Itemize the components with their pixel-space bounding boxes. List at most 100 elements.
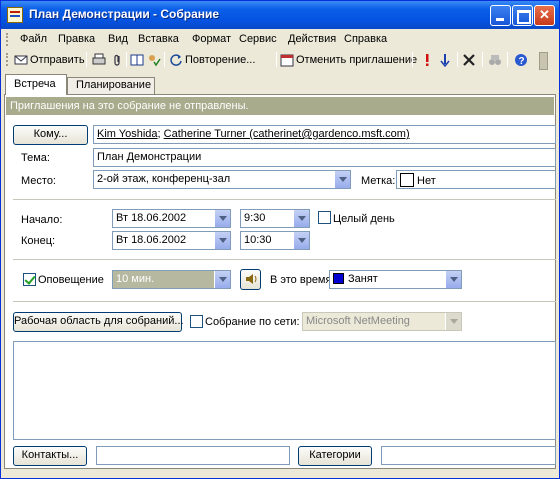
toolbar-separator <box>507 52 508 67</box>
menu-edit[interactable]: Правка <box>58 33 95 45</box>
reminder-checkbox[interactable] <box>23 273 36 286</box>
chevron-down-icon[interactable] <box>293 210 309 227</box>
divider <box>13 259 556 260</box>
help-button[interactable]: ? <box>514 51 530 69</box>
to-button[interactable]: Кому... <box>13 125 88 145</box>
toolbar-separator <box>126 52 127 67</box>
end-time-field[interactable]: 10:30 <box>240 231 310 250</box>
menu-file[interactable]: Файл <box>20 33 47 45</box>
toolbar-separator <box>412 52 413 67</box>
recurrence-icon <box>169 53 183 67</box>
reminder-sound-button[interactable] <box>240 269 261 290</box>
toolbar-separator <box>482 52 483 67</box>
contacts-button[interactable]: Контакты... <box>13 446 87 466</box>
title-bar[interactable]: План Демонстрации - Собрание ✕ <box>1 1 559 29</box>
tab-appointment[interactable]: Встреча <box>5 74 67 95</box>
divider <box>13 301 556 302</box>
print-button[interactable] <box>92 51 108 69</box>
menu-help[interactable]: Справка <box>344 33 387 45</box>
meeting-icon <box>7 7 23 23</box>
speaker-icon <box>245 274 256 284</box>
label-label: Метка: <box>361 175 396 187</box>
print-icon <box>92 53 106 67</box>
menu-view[interactable]: Вид <box>108 33 128 45</box>
svg-text:?: ? <box>519 56 525 67</box>
online-meeting-dropdown[interactable]: Microsoft NetMeeting <box>302 312 462 331</box>
start-time-field[interactable]: 9:30 <box>240 209 310 228</box>
reminder-label: Оповещение <box>38 274 104 286</box>
calendar-cancel-icon <box>280 53 294 67</box>
meeting-workspace-button[interactable]: Рабочая область для собраний... <box>13 312 184 332</box>
close-button[interactable]: ✕ <box>534 5 555 26</box>
reminder-combo[interactable]: 10 мин. <box>112 270 231 289</box>
notes-area[interactable] <box>13 341 556 440</box>
importance-high-icon <box>420 53 434 67</box>
label-dropdown[interactable]: Нет <box>396 170 556 189</box>
address-book-button[interactable] <box>130 51 146 69</box>
meeting-window: План Демонстрации - Собрание ✕ Файл Прав… <box>0 0 560 479</box>
categories-button[interactable]: Категории <box>298 446 372 466</box>
send-button[interactable]: Отправить <box>14 51 85 69</box>
arrow-down-icon <box>438 53 452 68</box>
recurrence-label: Повторение... <box>185 54 256 66</box>
chevron-down-icon[interactable] <box>334 171 350 188</box>
address-book-icon <box>130 53 144 67</box>
minimize-button[interactable] <box>490 5 511 26</box>
attendee[interactable]: Catherine Turner (catherinet@gardenco.ms… <box>164 128 410 140</box>
attendee[interactable]: Kim Yoshida <box>97 128 158 140</box>
menu-grip <box>6 33 9 46</box>
check-names-icon <box>147 53 161 67</box>
cancel-invitation-label: Отменить приглашение <box>296 54 418 66</box>
end-date-field[interactable]: Вт 18.06.2002 <box>112 231 231 250</box>
end-time-value: 10:30 <box>244 234 272 246</box>
show-as-dropdown[interactable]: Занят <box>329 270 462 289</box>
attendees-field[interactable]: Kim Yoshida; Catherine Turner (catherine… <box>93 125 556 144</box>
chevron-down-icon[interactable] <box>214 210 230 227</box>
check-names-button[interactable] <box>147 51 163 69</box>
menu-actions[interactable]: Действия <box>288 33 336 45</box>
paperclip-icon <box>110 53 124 67</box>
chevron-down-icon[interactable] <box>214 271 230 288</box>
busy-color-swatch <box>333 273 344 284</box>
importance-high-button[interactable] <box>420 51 436 69</box>
all-day-label: Целый день <box>333 213 395 225</box>
all-day-checkbox[interactable] <box>318 211 331 224</box>
online-meeting-checkbox[interactable] <box>190 315 203 328</box>
subject-label: Тема: <box>21 152 50 164</box>
menu-tools[interactable]: Сервис <box>239 33 277 45</box>
maximize-button[interactable] <box>512 5 533 26</box>
standard-toolbar: Отправить Повторение... Отменить приглаш… <box>2 50 542 70</box>
toolbar-overflow-button[interactable] <box>539 52 548 70</box>
reminder-value: 10 мин. <box>116 273 155 285</box>
importance-low-button[interactable] <box>438 51 454 69</box>
cancel-invitation-button[interactable]: Отменить приглашение <box>280 51 417 69</box>
attach-button[interactable] <box>110 51 126 69</box>
subject-field[interactable]: План Демонстрации <box>93 148 556 167</box>
start-time-value: 9:30 <box>244 212 266 224</box>
tab-scheduling[interactable]: Планирование <box>67 77 155 94</box>
menu-insert[interactable]: Вставка <box>138 33 179 45</box>
contacts-field[interactable] <box>96 446 290 465</box>
show-as-label: В это время: <box>270 274 335 286</box>
location-label: Место: <box>21 175 56 187</box>
menu-format[interactable]: Формат <box>192 33 231 45</box>
chevron-down-icon[interactable] <box>214 232 230 249</box>
location-combo[interactable]: 2-ой этаж, конференц-зал <box>93 170 351 189</box>
delete-icon <box>462 53 476 67</box>
label-color-swatch <box>400 173 414 187</box>
recurrence-button[interactable]: Повторение... <box>169 51 255 69</box>
tab-strip: Встреча Планирование <box>1 74 559 95</box>
find-button[interactable] <box>488 51 504 69</box>
toolbar-separator <box>276 52 277 67</box>
chevron-down-icon[interactable] <box>445 271 461 288</box>
chevron-down-icon[interactable] <box>293 232 309 249</box>
menu-bar: Файл Правка Вид Вставка Формат Сервис Де… <box>2 30 558 48</box>
start-label: Начало: <box>21 214 63 226</box>
delete-button[interactable] <box>462 51 478 69</box>
end-label: Конец: <box>21 235 56 247</box>
help-icon: ? <box>514 53 528 67</box>
chevron-down-icon[interactable] <box>445 313 461 330</box>
start-date-value: Вт 18.06.2002 <box>116 212 187 224</box>
start-date-field[interactable]: Вт 18.06.2002 <box>112 209 231 228</box>
categories-field[interactable] <box>381 446 556 465</box>
